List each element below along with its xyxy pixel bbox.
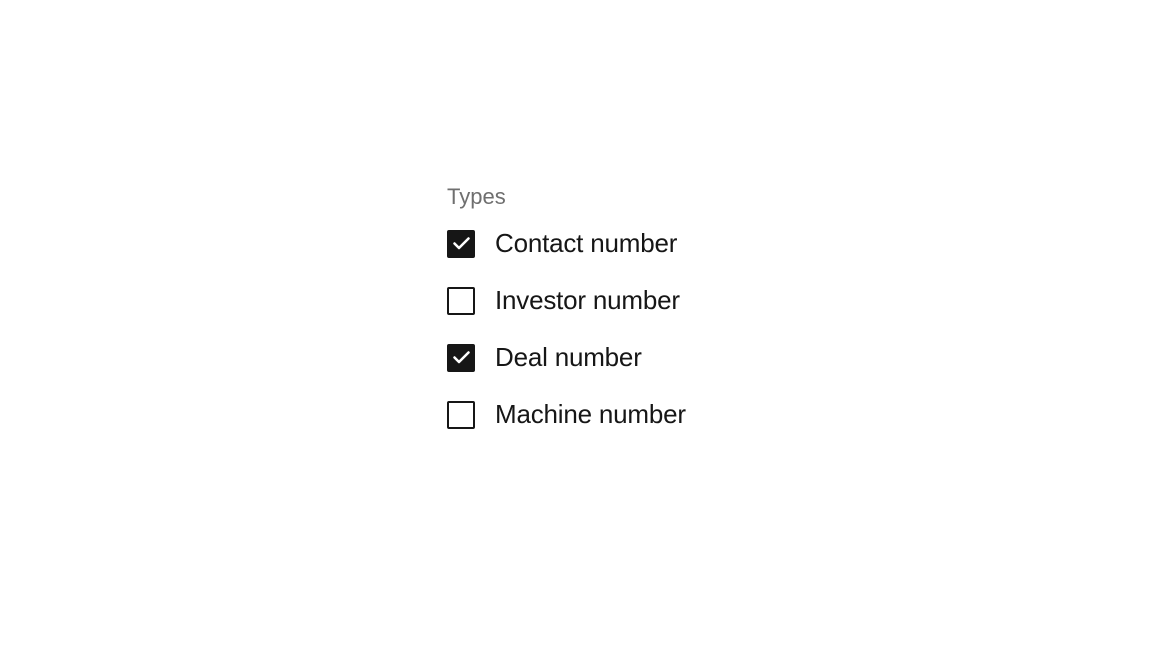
- checkbox-group-types: Types Contact number Investor number Dea…: [447, 184, 686, 430]
- group-legend: Types: [447, 184, 506, 210]
- check-icon: [453, 237, 470, 250]
- checkbox-item-contact-number[interactable]: Contact number: [447, 228, 686, 259]
- checkbox-label: Investor number: [495, 285, 680, 316]
- checkbox-box[interactable]: [447, 344, 475, 372]
- checkbox-box[interactable]: [447, 230, 475, 258]
- checkbox-box[interactable]: [447, 287, 475, 315]
- checkbox-label: Deal number: [495, 342, 642, 373]
- checkbox-label: Machine number: [495, 399, 686, 430]
- checkbox-item-investor-number[interactable]: Investor number: [447, 285, 686, 316]
- checkbox-item-machine-number[interactable]: Machine number: [447, 399, 686, 430]
- checkbox-item-deal-number[interactable]: Deal number: [447, 342, 686, 373]
- checkbox-box[interactable]: [447, 401, 475, 429]
- check-icon: [453, 351, 470, 364]
- checkbox-label: Contact number: [495, 228, 677, 259]
